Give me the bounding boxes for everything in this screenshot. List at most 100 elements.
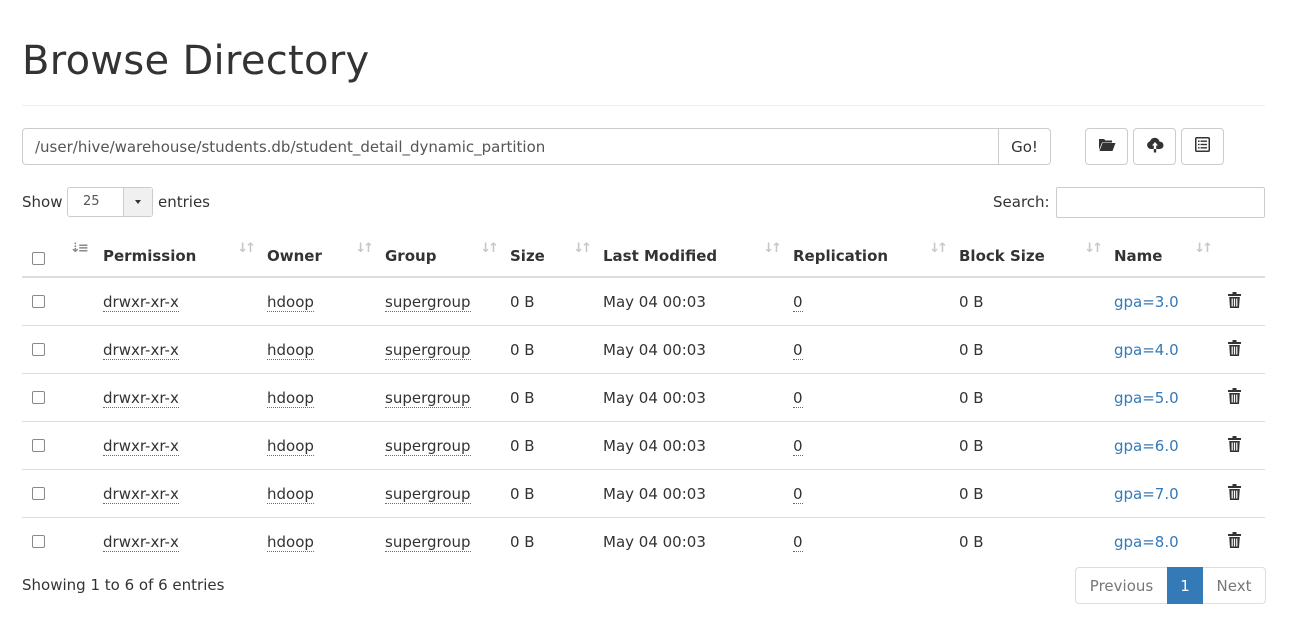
owner-value[interactable]: hdoop [267,436,314,456]
file-name-link[interactable]: gpa=6.0 [1114,437,1179,455]
replication-value[interactable]: 0 [793,340,803,360]
permission-value[interactable]: drwxr-xr-x [103,340,179,360]
group-value[interactable]: supergroup [385,388,471,408]
permission-cell: drwxr-xr-x [103,517,267,565]
last-modified-cell: May 04 00:03 [603,373,793,422]
header-last-modified[interactable]: Last Modified ↓↑ [603,232,793,278]
go-button[interactable]: Go! [998,128,1051,165]
header-permission[interactable]: Permission ↓↑ [103,232,267,278]
directory-path-input[interactable] [22,128,998,165]
header-label: Last Modified [603,247,718,265]
replication-value[interactable]: 0 [793,436,803,456]
name-cell: gpa=7.0 [1114,469,1224,518]
create-directory-button[interactable] [1085,128,1128,165]
sort-icon[interactable]: ⇣≡ [70,241,89,256]
block-size-cell: 0 B [959,373,1114,422]
header-owner[interactable]: Owner ↓↑ [267,232,385,278]
pagination: Previous 1 Next [1075,567,1266,604]
header-label: Name [1114,247,1163,265]
row-select-cell [22,421,103,470]
block-size-cell: 0 B [959,421,1114,470]
permission-cell: drwxr-xr-x [103,325,267,374]
permission-value[interactable]: drwxr-xr-x [103,484,179,504]
last-modified-cell: May 04 00:03 [603,517,793,565]
row-select-cell [22,325,103,374]
file-name-link[interactable]: gpa=5.0 [1114,389,1179,407]
header-label: Replication [793,247,889,265]
show-label: Show [22,193,63,211]
select-all-cell: ⇣≡ [22,232,103,278]
header-label: Permission [103,247,197,265]
block-size-cell: 0 B [959,469,1114,518]
row-checkbox[interactable] [32,487,45,500]
page-1-button[interactable]: 1 [1167,567,1203,604]
permission-value[interactable]: drwxr-xr-x [103,292,179,312]
file-name-link[interactable]: gpa=3.0 [1114,293,1179,311]
file-table: ⇣≡ Permission ↓↑ Owner ↓↑ Group ↓↑ Size ↓↑ L… [22,232,1265,565]
replication-cell: 0 [793,373,959,422]
group-value[interactable]: supergroup [385,340,471,360]
sort-icon: ↓↑ [763,241,782,256]
header-block-size[interactable]: Block Size ↓↑ [959,232,1114,278]
owner-cell: hdoop [267,373,385,422]
row-checkbox[interactable] [32,295,45,308]
permission-value[interactable]: drwxr-xr-x [103,388,179,408]
cut-paste-button[interactable] [1181,128,1224,165]
owner-cell: hdoop [267,421,385,470]
page-length-select[interactable]: 25 [67,187,153,217]
group-value[interactable]: supergroup [385,484,471,504]
select-all-checkbox[interactable] [32,252,45,265]
table-row: drwxr-xr-x hdoop supergroup 0 B May 04 0… [22,421,1265,470]
file-name-link[interactable]: gpa=8.0 [1114,533,1179,551]
replication-value[interactable]: 0 [793,532,803,552]
name-cell: gpa=5.0 [1114,373,1224,422]
size-cell: 0 B [510,469,603,518]
block-size-cell: 0 B [959,517,1114,565]
owner-value[interactable]: hdoop [267,484,314,504]
search-input[interactable] [1056,187,1265,218]
next-page-button[interactable]: Next [1203,567,1266,604]
row-checkbox[interactable] [32,343,45,356]
group-value[interactable]: supergroup [385,436,471,456]
header-name[interactable]: Name ↓↑ [1114,232,1224,278]
path-input-group: Go! [22,128,1051,165]
upload-files-button[interactable] [1133,128,1176,165]
cloud-upload-icon [1146,137,1164,157]
trash-icon[interactable] [1228,339,1265,360]
permission-cell: drwxr-xr-x [103,277,267,326]
group-value[interactable]: supergroup [385,532,471,552]
row-checkbox[interactable] [32,391,45,404]
replication-value[interactable]: 0 [793,484,803,504]
owner-value[interactable]: hdoop [267,532,314,552]
table-row: drwxr-xr-x hdoop supergroup 0 B May 04 0… [22,517,1265,565]
size-cell: 0 B [510,373,603,422]
file-name-link[interactable]: gpa=4.0 [1114,341,1179,359]
replication-value[interactable]: 0 [793,388,803,408]
owner-value[interactable]: hdoop [267,388,314,408]
header-size[interactable]: Size ↓↑ [510,232,603,278]
sort-icon: ↓↑ [1194,241,1213,256]
header-group[interactable]: Group ↓↑ [385,232,510,278]
trash-icon[interactable] [1228,483,1265,504]
group-value[interactable]: supergroup [385,292,471,312]
file-name-link[interactable]: gpa=7.0 [1114,485,1179,503]
owner-value[interactable]: hdoop [267,292,314,312]
replication-cell: 0 [793,469,959,518]
permission-value[interactable]: drwxr-xr-x [103,532,179,552]
delete-cell [1224,469,1265,518]
group-cell: supergroup [385,421,510,470]
trash-icon[interactable] [1228,531,1265,552]
row-checkbox[interactable] [32,535,45,548]
owner-value[interactable]: hdoop [267,340,314,360]
last-modified-cell: May 04 00:03 [603,325,793,374]
trash-icon[interactable] [1228,387,1265,408]
header-replication[interactable]: Replication ↓↑ [793,232,959,278]
trash-icon[interactable] [1228,435,1265,456]
group-cell: supergroup [385,517,510,565]
previous-page-button[interactable]: Previous [1075,567,1167,604]
replication-cell: 0 [793,325,959,374]
replication-value[interactable]: 0 [793,292,803,312]
trash-icon[interactable] [1228,291,1265,312]
permission-value[interactable]: drwxr-xr-x [103,436,179,456]
row-checkbox[interactable] [32,439,45,452]
